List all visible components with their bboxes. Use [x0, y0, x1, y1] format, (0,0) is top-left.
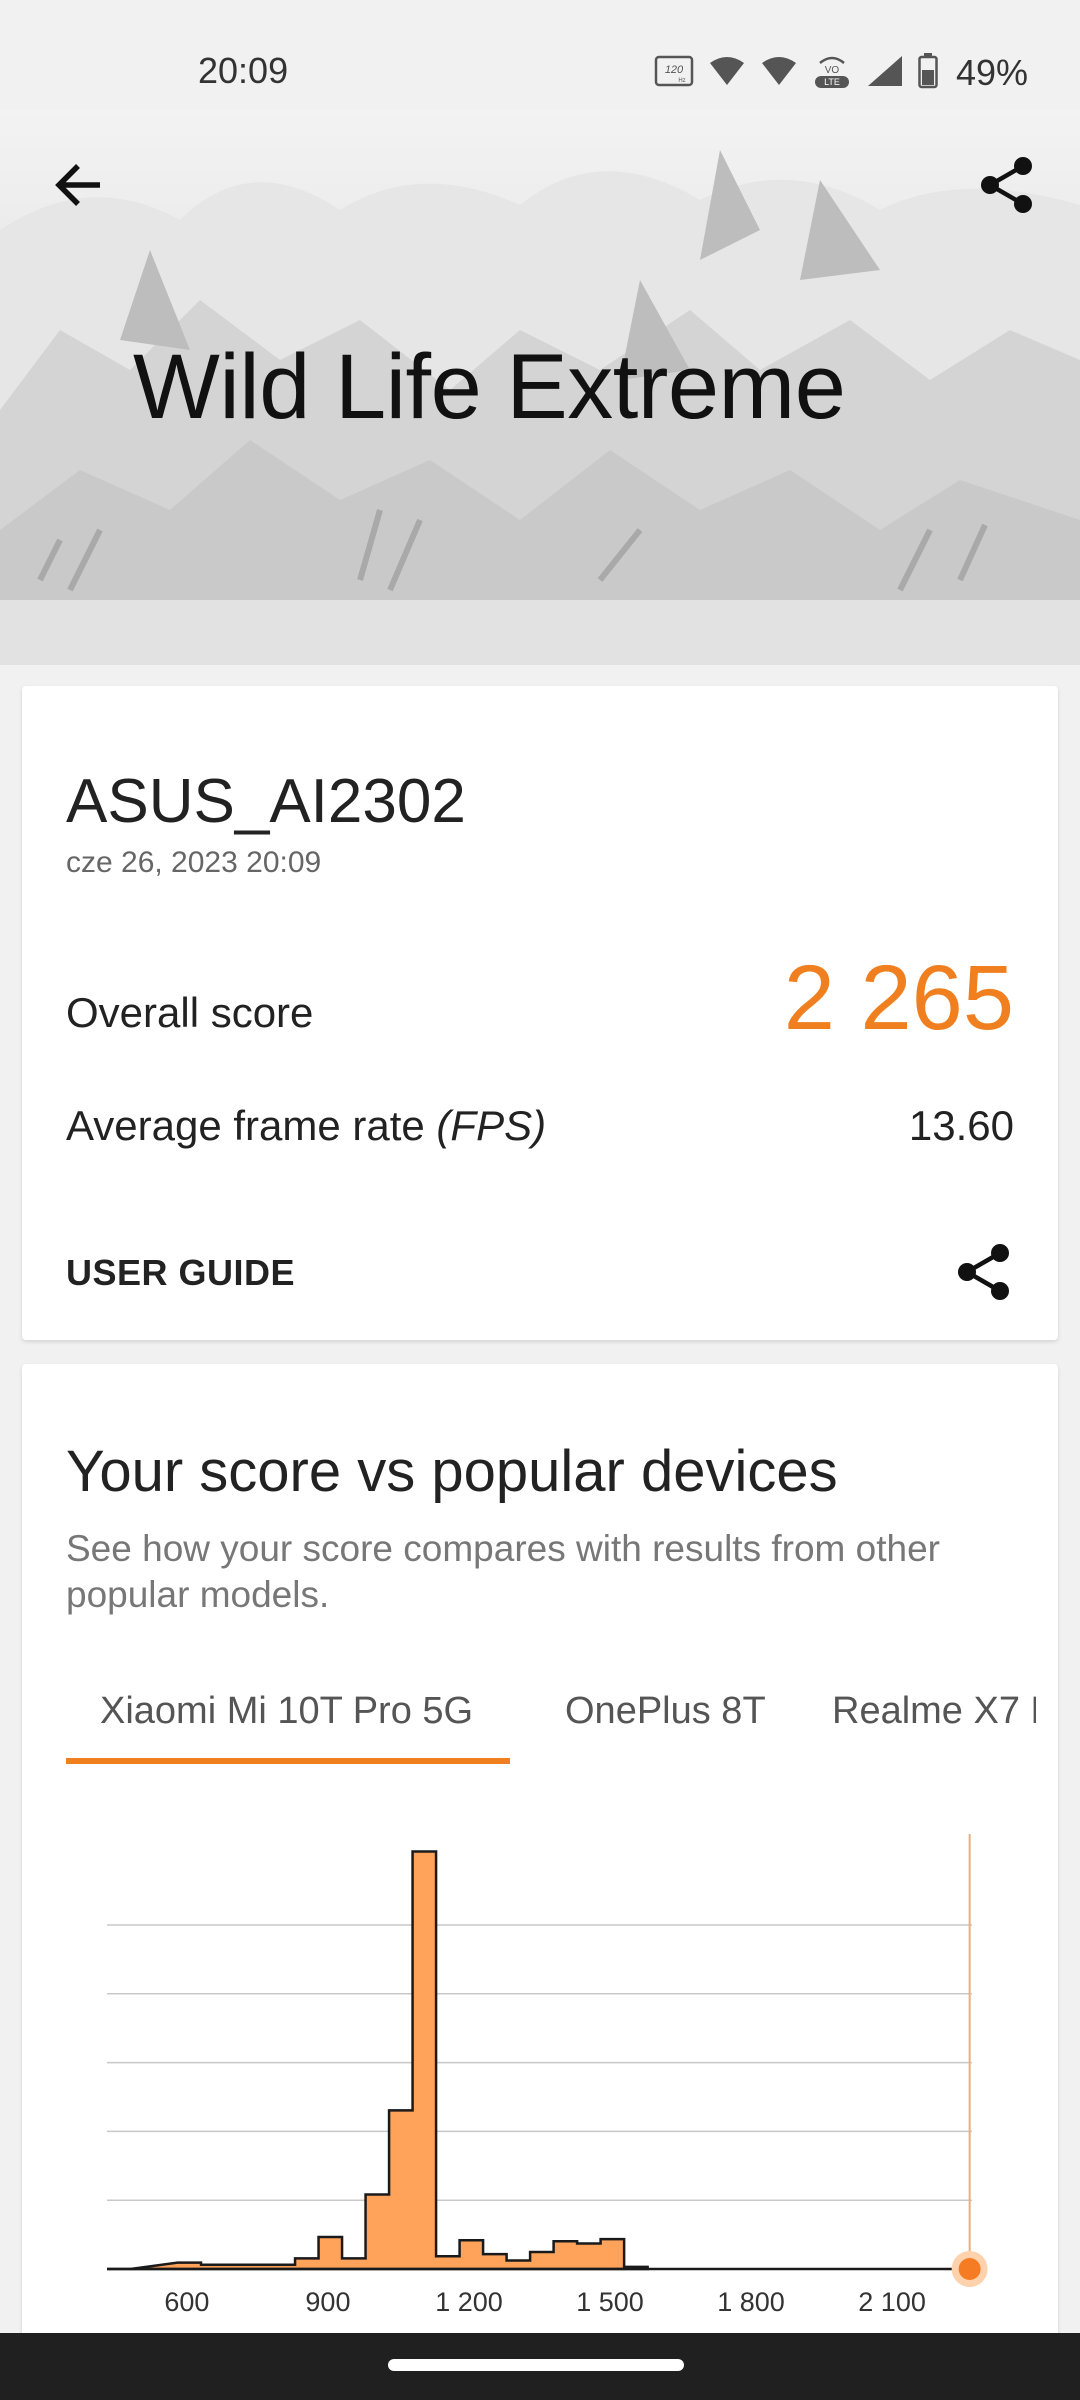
- x-tick-label: 2 100: [858, 2287, 926, 2317]
- fps-label: Average frame rate (FPS): [66, 1102, 546, 1150]
- page-title: Wild Life Extreme: [133, 336, 846, 438]
- histogram-bar: [319, 2237, 343, 2269]
- share-icon: [981, 157, 1032, 213]
- share-icon: [958, 1244, 1009, 1300]
- share-button-top[interactable]: [972, 150, 1042, 220]
- tab-realme-x7-pro[interactable]: Realme X7 Pro: [832, 1682, 1036, 1764]
- status-time: 20:09: [198, 50, 289, 91]
- histogram-bar: [366, 2194, 390, 2269]
- score-distribution-chart: 6009001 2001 5001 8002 100Score: [107, 1834, 988, 2361]
- cell-signal-icon: [866, 54, 904, 93]
- histogram-bar: [530, 2252, 554, 2269]
- histogram-bar: [577, 2243, 601, 2269]
- histogram-bar: [342, 2258, 366, 2269]
- overall-score-value: 2 265: [783, 947, 1014, 1049]
- status-bar: 20:09 120 Hz VO LTE 49%: [0, 0, 1080, 110]
- histogram-bar: [483, 2254, 507, 2269]
- your-score-marker: [958, 2258, 981, 2280]
- comparison-title: Your score vs popular devices: [66, 1439, 838, 1504]
- device-tabs: Xiaomi Mi 10T Pro 5G OnePlus 8T Realme X…: [66, 1682, 1036, 1764]
- histogram-bar: [554, 2241, 578, 2269]
- arrow-back-icon: [55, 164, 100, 206]
- fps-label-text: Average frame rate: [66, 1102, 437, 1149]
- fps-value: 13.60: [908, 1102, 1014, 1149]
- x-tick-label: 600: [164, 2287, 209, 2317]
- volte-icon: VO LTE: [812, 53, 852, 94]
- tab-xiaomi-mi-10t-pro-5g[interactable]: Xiaomi Mi 10T Pro 5G: [100, 1682, 473, 1764]
- x-tick-label: 900: [305, 2287, 350, 2317]
- fps-label-unit: (FPS): [436, 1102, 547, 1149]
- status-icons: 120 Hz VO LTE 49%: [654, 52, 1028, 94]
- refresh-rate-120hz-icon: 120 Hz: [654, 55, 694, 92]
- overall-score-label: Overall score: [66, 989, 314, 1036]
- svg-text:VO: VO: [825, 65, 840, 76]
- histogram-bar: [436, 2256, 460, 2269]
- x-tick-label: 1 500: [576, 2287, 644, 2317]
- active-tab-indicator: [66, 1758, 510, 1764]
- share-result-button[interactable]: [946, 1234, 1022, 1310]
- battery-percentage: 49%: [955, 52, 1028, 93]
- test-date: cze 26, 2023 20:09: [66, 846, 322, 879]
- wifi-secondary-icon: [760, 55, 798, 92]
- home-gesture-handle[interactable]: [388, 2359, 684, 2371]
- histogram-bar: [601, 2239, 625, 2269]
- comparison-card: Your score vs popular devices See how yo…: [22, 1364, 1058, 2400]
- user-guide-link[interactable]: USER GUIDE: [66, 1252, 295, 1294]
- svg-text:LTE: LTE: [824, 77, 840, 87]
- x-tick-label: 1 200: [435, 2287, 503, 2317]
- result-card: ASUS_AI2302 cze 26, 2023 20:09 Overall s…: [22, 686, 1058, 1340]
- histogram-bar: [389, 2110, 413, 2269]
- device-name: ASUS_AI2302: [66, 767, 466, 836]
- svg-text:120: 120: [665, 64, 684, 76]
- histogram-bar: [295, 2258, 319, 2269]
- tab-oneplus-8t[interactable]: OnePlus 8T: [565, 1682, 766, 1764]
- header-banner: Wild Life Extreme: [0, 110, 1080, 665]
- histogram-bar: [460, 2240, 484, 2269]
- battery-icon: [918, 52, 938, 94]
- navigation-bar: [0, 2333, 1080, 2400]
- histogram-bar: [413, 1852, 437, 2269]
- comparison-subtitle: See how your score compares with results…: [66, 1528, 940, 1615]
- back-button[interactable]: [44, 150, 114, 220]
- svg-text:Hz: Hz: [678, 78, 685, 84]
- histogram-bar: [507, 2260, 531, 2269]
- x-tick-label: 1 800: [717, 2287, 785, 2317]
- wifi-icon: [708, 55, 746, 92]
